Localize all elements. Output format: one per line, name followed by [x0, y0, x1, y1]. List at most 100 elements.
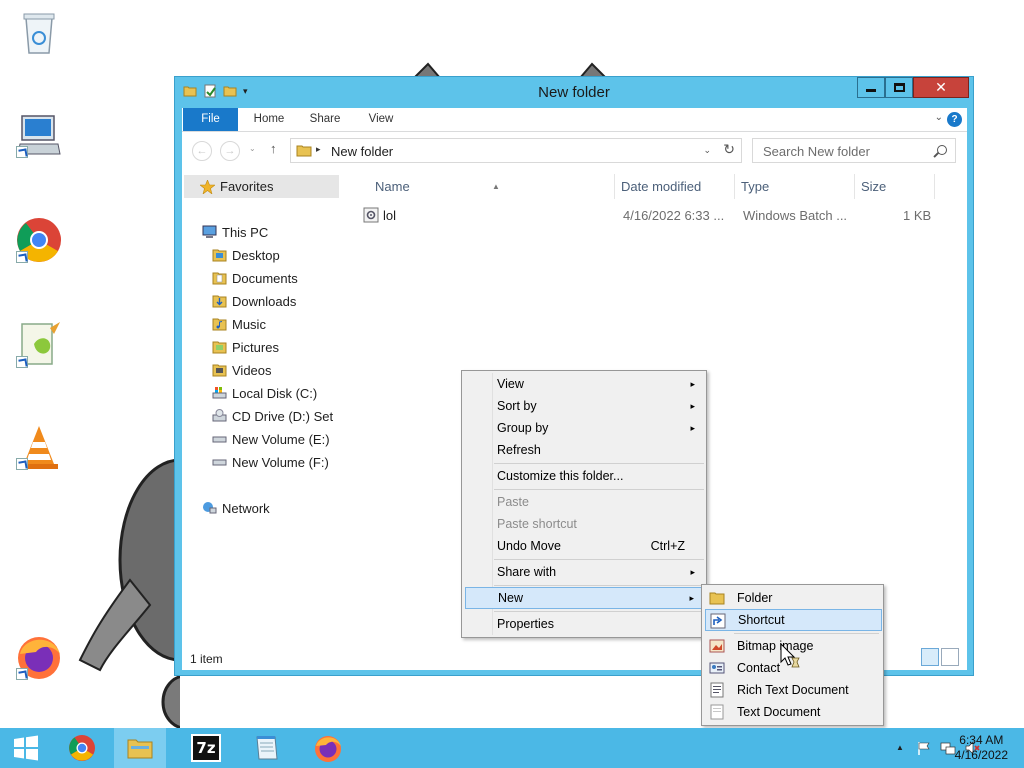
- submenu-item-shortcut[interactable]: Shortcut: [705, 609, 882, 631]
- column-header-type[interactable]: Type: [735, 174, 855, 199]
- notepad-icon: [256, 736, 278, 760]
- chrome-icon[interactable]: [14, 215, 64, 265]
- menu-item-properties[interactable]: Properties: [465, 613, 703, 635]
- tab-file[interactable]: File: [183, 108, 238, 131]
- address-dropdown-icon[interactable]: ⌄: [703, 145, 711, 156]
- title-bar[interactable]: ▾ New folder ✕: [175, 77, 973, 107]
- minimize-button[interactable]: [857, 77, 885, 98]
- computer-icon[interactable]: [14, 110, 64, 160]
- nav-network[interactable]: Network: [202, 498, 270, 518]
- recycle-bin-icon[interactable]: [14, 8, 64, 58]
- back-button[interactable]: ←: [192, 141, 212, 161]
- help-icon[interactable]: ?: [947, 112, 962, 127]
- menu-item-new[interactable]: New ▸: [465, 587, 703, 609]
- window-title: New folder: [538, 84, 610, 101]
- details-view-button[interactable]: [921, 648, 939, 666]
- nav-pictures[interactable]: Pictures: [212, 337, 279, 357]
- column-header-name-label: Name: [375, 179, 410, 194]
- music-folder-icon: [212, 317, 227, 331]
- search-input[interactable]: Search New folder: [752, 138, 956, 163]
- nav-downloads[interactable]: Downloads: [212, 291, 296, 311]
- maximize-button[interactable]: [885, 77, 913, 98]
- taskbar-firefox[interactable]: [302, 728, 354, 768]
- nav-desktop[interactable]: Desktop: [212, 245, 280, 265]
- taskbar-chrome[interactable]: [56, 728, 108, 768]
- notepad-plus-plus-icon[interactable]: [14, 320, 64, 370]
- table-row[interactable]: lol 4/16/2022 6:33 ... Windows Batch ...…: [342, 205, 967, 227]
- menu-item-refresh[interactable]: Refresh: [465, 439, 703, 461]
- local-disk-icon: [212, 386, 227, 400]
- start-button[interactable]: [0, 728, 52, 768]
- network-icon[interactable]: [940, 740, 956, 756]
- rich-text-icon: [709, 682, 725, 698]
- menu-item-share-with-label: Share with: [497, 565, 557, 579]
- undo-shortcut-key: Ctrl+Z: [650, 539, 685, 553]
- drive-icon: [212, 432, 227, 446]
- nav-this-pc[interactable]: This PC: [202, 222, 268, 242]
- show-hidden-icons-icon[interactable]: ▲: [892, 740, 908, 756]
- breadcrumb[interactable]: New folder: [331, 144, 393, 159]
- submenu-item-folder[interactable]: Folder: [705, 587, 882, 609]
- close-icon: ✕: [935, 79, 947, 95]
- nav-music-label: Music: [232, 316, 266, 332]
- 7zip-label: 7z: [196, 739, 216, 757]
- up-button[interactable]: ↑: [270, 141, 277, 156]
- nav-videos[interactable]: Videos: [212, 360, 272, 380]
- taskbar-7zip[interactable]: 7z: [180, 728, 232, 768]
- system-clock[interactable]: 6:34 AM 4/16/2022: [955, 733, 1008, 763]
- nav-local-disk-label: Local Disk (C:): [232, 385, 318, 401]
- submenu-item-text-document[interactable]: Text Document: [705, 701, 882, 723]
- clock-time: 6:34 AM: [959, 733, 1004, 747]
- nav-videos-label: Videos: [232, 362, 272, 378]
- taskbar-file-explorer[interactable]: [114, 728, 166, 768]
- vlc-icon[interactable]: [14, 422, 64, 472]
- address-bar[interactable]: ▸ New folder ⌄ ↻: [290, 138, 742, 163]
- nav-favorites[interactable]: Favorites: [184, 175, 339, 198]
- column-header-name[interactable]: ▲ Name: [357, 174, 615, 199]
- breadcrumb-separator-icon[interactable]: ▸: [316, 144, 321, 155]
- desktop-folder-icon: [212, 248, 227, 262]
- taskbar-notepad[interactable]: [240, 728, 292, 768]
- nav-cd-drive[interactable]: CD Drive (D:) Set: [212, 406, 333, 426]
- firefox-icon[interactable]: [14, 632, 64, 682]
- nav-documents[interactable]: Documents: [212, 268, 298, 288]
- shortcut-arrow-icon: [16, 146, 28, 158]
- tab-view[interactable]: View: [358, 108, 404, 131]
- menu-item-view[interactable]: View ▸: [465, 373, 703, 395]
- menu-item-share-with[interactable]: Share with ▸: [465, 561, 703, 583]
- forward-button[interactable]: →: [220, 141, 240, 161]
- nav-volume-f[interactable]: New Volume (F:): [212, 452, 329, 472]
- downloads-folder-icon: [212, 294, 227, 308]
- nav-music[interactable]: Music: [212, 314, 266, 334]
- menu-separator: [494, 559, 704, 560]
- menu-separator: [494, 463, 704, 464]
- menu-item-group-by[interactable]: Group by ▸: [465, 417, 703, 439]
- refresh-icon[interactable]: ↻: [723, 141, 735, 158]
- text-document-icon: [709, 704, 725, 720]
- search-icon[interactable]: [937, 145, 947, 155]
- column-header-date[interactable]: Date modified: [615, 174, 735, 199]
- recent-locations-icon[interactable]: ⌄: [249, 144, 256, 153]
- folder-icon: [296, 143, 312, 160]
- navigation-bar: ← → ⌄ ↑ ▸ New folder ⌄ ↻ Search New fold…: [182, 132, 967, 168]
- column-header-size[interactable]: Size: [855, 174, 935, 199]
- action-center-flag-icon[interactable]: [916, 740, 932, 756]
- tab-share[interactable]: Share: [302, 108, 348, 131]
- nav-local-disk[interactable]: Local Disk (C:): [212, 383, 317, 403]
- sort-ascending-icon: ▲: [492, 182, 500, 191]
- close-button[interactable]: ✕: [913, 77, 969, 98]
- menu-item-undo-move[interactable]: Undo Move Ctrl+Z: [465, 535, 703, 557]
- menu-item-view-label: View: [497, 377, 524, 391]
- menu-item-customize-folder[interactable]: Customize this folder...: [465, 465, 703, 487]
- nav-volume-e[interactable]: New Volume (E:): [212, 429, 330, 449]
- menu-item-sort-by[interactable]: Sort by ▸: [465, 395, 703, 417]
- submenu-item-rich-text[interactable]: Rich Text Document: [705, 679, 882, 701]
- submenu-arrow-icon: ▸: [690, 379, 695, 389]
- large-icons-view-button[interactable]: [941, 648, 959, 666]
- firefox-icon: [315, 736, 341, 762]
- context-menu: View ▸ Sort by ▸ Group by ▸ Refresh Customi…: [461, 370, 707, 638]
- tab-home[interactable]: Home: [246, 108, 292, 131]
- chrome-icon: [69, 735, 95, 761]
- shortcut-arrow-icon: [16, 458, 28, 470]
- expand-ribbon-icon[interactable]: ⌄: [935, 112, 943, 123]
